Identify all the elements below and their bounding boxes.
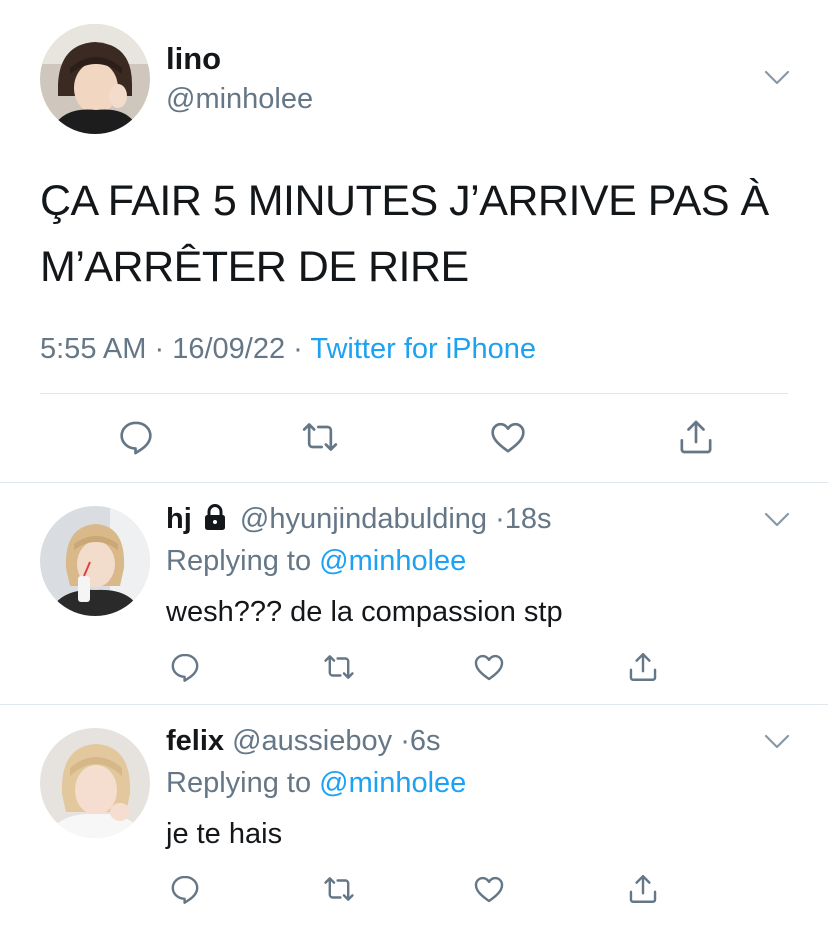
share-icon[interactable] (626, 650, 660, 684)
reply-age: 6s (409, 725, 441, 757)
like-icon[interactable] (472, 650, 506, 684)
author-handle[interactable]: @minholee (166, 83, 313, 116)
avatar-hj[interactable] (40, 506, 150, 616)
replying-to-handle-link[interactable]: @minholee (319, 545, 466, 577)
author-name[interactable]: lino (166, 41, 221, 77)
reply-author-name[interactable]: hj (166, 503, 192, 535)
divider (0, 482, 828, 483)
retweet-icon[interactable] (300, 417, 340, 457)
like-icon[interactable] (488, 417, 528, 457)
share-icon[interactable] (626, 872, 660, 906)
tweet-date: 16/09/22 (172, 333, 286, 365)
meta-separator: · (293, 333, 303, 365)
meta-separator: · (154, 333, 165, 365)
replying-to-handle-link[interactable]: @minholee (319, 767, 466, 799)
reply-author-handle[interactable]: @hyunjindabulding (240, 503, 487, 535)
reply-text: je te hais (166, 818, 283, 850)
replying-to: Replying to @minholee (166, 545, 466, 578)
reply-header: hj @hyunjindabulding ·18s (166, 503, 552, 536)
meta-separator: · (400, 725, 410, 757)
meta-separator: · (495, 503, 505, 535)
share-icon[interactable] (676, 417, 716, 457)
replying-to: Replying to @minholee (166, 767, 466, 800)
chevron-down-icon[interactable] (764, 734, 790, 750)
avatar-lino[interactable] (40, 24, 150, 134)
chevron-down-icon[interactable] (764, 70, 790, 86)
replying-to-label: Replying to (166, 767, 312, 799)
replying-to-label: Replying to (166, 545, 312, 577)
reply-header: felix @aussieboy ·6s (166, 725, 441, 758)
reply-author-name[interactable]: felix (166, 725, 224, 757)
tweet-text: ÇA FAIR 5 MINUTES J’ARRIVE PAS À M’ARRÊT… (40, 168, 800, 300)
avatar-felix[interactable] (40, 728, 150, 838)
tweet-source-link[interactable]: Twitter for iPhone (310, 333, 536, 365)
lock-icon (202, 503, 228, 531)
tweet-meta: 5:55 AM · 16/09/22 · Twitter for iPhone (40, 333, 536, 366)
reply-author-handle[interactable]: @aussieboy (232, 725, 392, 757)
retweet-icon[interactable] (322, 650, 356, 684)
reply-age: 18s (504, 503, 552, 535)
tweet-time: 5:55 AM (40, 333, 147, 365)
retweet-icon[interactable] (322, 872, 356, 906)
divider (0, 704, 828, 705)
like-icon[interactable] (472, 872, 506, 906)
reply-icon[interactable] (168, 872, 202, 906)
tweet-text-line: ÇA FAIR 5 MINUTES J’ARRIVE PAS À (40, 177, 769, 225)
reply-icon[interactable] (168, 650, 202, 684)
reply-text: wesh??? de la compassion stp (166, 596, 563, 628)
tweet-text-line: M’ARRÊTER DE RIRE (40, 243, 469, 291)
chevron-down-icon[interactable] (764, 512, 790, 528)
reply-icon[interactable] (116, 417, 156, 457)
divider (40, 393, 788, 394)
